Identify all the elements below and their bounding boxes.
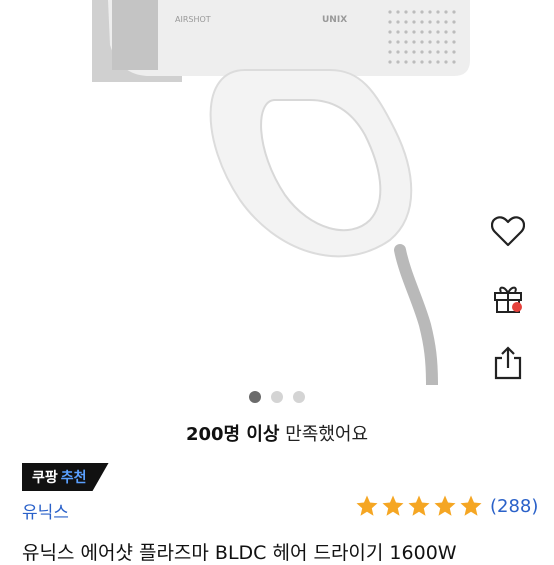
carousel-dot[interactable] [249, 391, 261, 403]
star-icon [460, 495, 482, 516]
dryer-brand-mark: UNIX [322, 15, 347, 25]
hair-dryer-illustration: AIRSHOT UNIX [92, 0, 470, 385]
coupang-recommend-badge: 쿠팡 추천 [22, 463, 109, 491]
badge-accent: 추천 [60, 470, 87, 486]
brand-link[interactable]: 유닉스 [22, 498, 69, 523]
product-title: 유닉스 에어샷 플라즈마 BLDC 헤어 드라이기 1600W [22, 542, 457, 564]
product-image[interactable]: AIRSHOT UNIX [0, 0, 554, 385]
carousel-indicator [0, 391, 554, 403]
satisfaction-text: 200명 이상 만족했어요 [0, 420, 554, 446]
star-icon [434, 495, 456, 516]
share-button[interactable] [486, 341, 530, 385]
badge-prefix: 쿠팡 [32, 470, 58, 486]
review-count[interactable]: (288) [490, 496, 538, 517]
satisfaction-label: 만족했어요 [285, 424, 369, 445]
star-icon [382, 495, 404, 516]
star-icon [356, 495, 378, 516]
rating[interactable]: (288) [355, 494, 538, 518]
satisfaction-count: 200명 이상 [185, 424, 280, 445]
share-icon [494, 346, 522, 380]
gift-button[interactable] [486, 276, 530, 320]
heart-icon [491, 216, 525, 247]
dryer-body-label: AIRSHOT [175, 15, 211, 24]
carousel-dot[interactable] [293, 391, 305, 403]
wishlist-button[interactable] [486, 210, 530, 254]
star-icon [408, 495, 430, 516]
gift-icon [494, 286, 522, 313]
carousel-dot[interactable] [271, 391, 283, 403]
